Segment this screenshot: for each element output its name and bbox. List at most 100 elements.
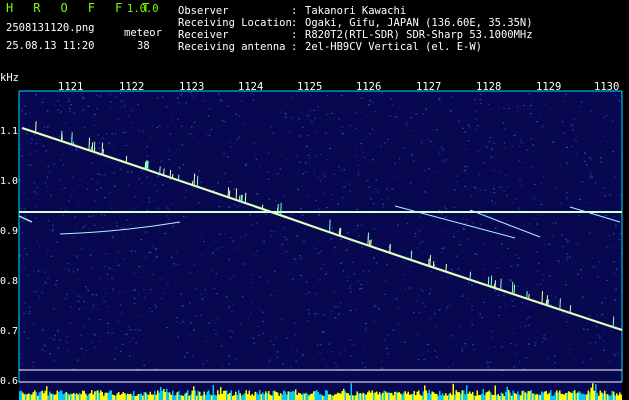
signal-bar: [169, 392, 171, 400]
noise-speck: [427, 178, 430, 180]
noise-speck: [307, 115, 310, 117]
noise-speck: [35, 143, 38, 145]
noise-speck: [391, 188, 394, 190]
noise-speck: [269, 294, 272, 296]
noise-speck: [564, 100, 566, 102]
noise-speck: [60, 111, 62, 113]
noise-speck: [519, 326, 522, 328]
signal-bar: [88, 394, 90, 400]
noise-speck: [487, 347, 489, 349]
signal-bar: [233, 395, 235, 400]
noise-speck: [269, 359, 271, 361]
signal-bar: [311, 393, 313, 400]
noise-speck: [70, 150, 73, 152]
noise-speck: [59, 159, 62, 161]
noise-speck: [524, 325, 527, 327]
noise-speck: [467, 140, 470, 142]
noise-speck: [427, 138, 429, 141]
noise-speck: [356, 227, 359, 229]
noise-speck: [76, 359, 79, 361]
signal-bar: [304, 393, 306, 400]
signal-bar: [569, 392, 571, 400]
noise-speck: [255, 158, 258, 160]
noise-speck: [108, 143, 110, 145]
signal-bar: [100, 390, 102, 400]
noise-speck: [272, 132, 275, 134]
noise-speck: [82, 96, 84, 98]
noise-speck: [137, 276, 140, 278]
noise-speck: [464, 131, 467, 133]
noise-speck: [343, 186, 345, 188]
noise-speck: [543, 103, 546, 105]
noise-speck: [77, 300, 80, 302]
signal-bar: [461, 390, 463, 400]
signal-bar: [127, 393, 129, 400]
noise-speck: [590, 174, 592, 176]
signal-bar: [29, 394, 31, 400]
meteor-spike: [338, 228, 341, 236]
noise-speck: [334, 317, 337, 319]
signal-bar: [488, 390, 490, 400]
noise-speck: [566, 255, 569, 258]
noise-speck: [35, 261, 38, 263]
meteor-spike: [368, 240, 371, 246]
noise-speck: [436, 326, 438, 328]
noise-speck: [69, 111, 71, 113]
noise-speck: [99, 213, 102, 216]
noise-speck: [395, 298, 398, 300]
noise-speck: [512, 305, 515, 307]
meteor-spike: [541, 291, 543, 304]
noise-speck: [392, 329, 395, 331]
meteor-spike: [569, 305, 572, 313]
noise-speck: [438, 209, 441, 211]
noise-speck: [82, 226, 84, 228]
signal-bar: [73, 392, 75, 400]
noise-speck: [479, 204, 481, 206]
meteor-spike: [125, 155, 128, 163]
x-tick-1125: 1125: [297, 81, 322, 93]
noise-speck: [72, 368, 75, 370]
noise-speck: [461, 347, 464, 349]
noise-speck: [465, 345, 468, 347]
noise-speck: [453, 189, 456, 191]
noise-speck: [49, 172, 51, 174]
noise-speck: [314, 293, 317, 295]
noise-speck: [380, 361, 383, 363]
signal-bar: [92, 394, 94, 400]
noise-speck: [78, 308, 81, 310]
noise-speck: [237, 206, 239, 208]
spectrogram: kHz 1121 1122 1123 1124 1125 1126 1127 1…: [0, 72, 624, 400]
x-tick-1126: 1126: [356, 81, 381, 93]
signal-bar: [19, 391, 21, 400]
noise-speck: [566, 162, 569, 164]
noise-speck: [53, 360, 56, 362]
noise-speck: [185, 190, 188, 192]
noise-speck: [438, 97, 441, 100]
noise-speck: [108, 267, 111, 270]
signal-bar: [512, 390, 514, 400]
x-tick-1129: 1129: [536, 81, 561, 93]
noise-speck: [355, 149, 357, 151]
signal-bar: [226, 390, 228, 400]
noise-speck: [193, 96, 195, 98]
noise-speck: [361, 314, 364, 316]
noise-speck: [54, 284, 57, 286]
signal-bar: [206, 391, 208, 400]
noise-speck: [127, 115, 130, 117]
noise-speck: [60, 208, 62, 210]
noise-speck: [485, 145, 488, 147]
noise-speck: [138, 266, 141, 268]
noise-speck: [33, 323, 35, 325]
noise-speck: [384, 339, 386, 341]
noise-speck: [434, 350, 436, 352]
noise-speck: [349, 190, 351, 192]
noise-speck: [602, 340, 605, 342]
noise-speck: [79, 159, 82, 161]
noise-speck: [512, 202, 515, 204]
noise-speck: [285, 239, 288, 241]
signal-bar: [239, 393, 241, 400]
noise-speck: [208, 108, 211, 110]
signal-bar: [347, 393, 349, 400]
signal-bar: [605, 393, 607, 400]
noise-speck: [302, 354, 304, 356]
